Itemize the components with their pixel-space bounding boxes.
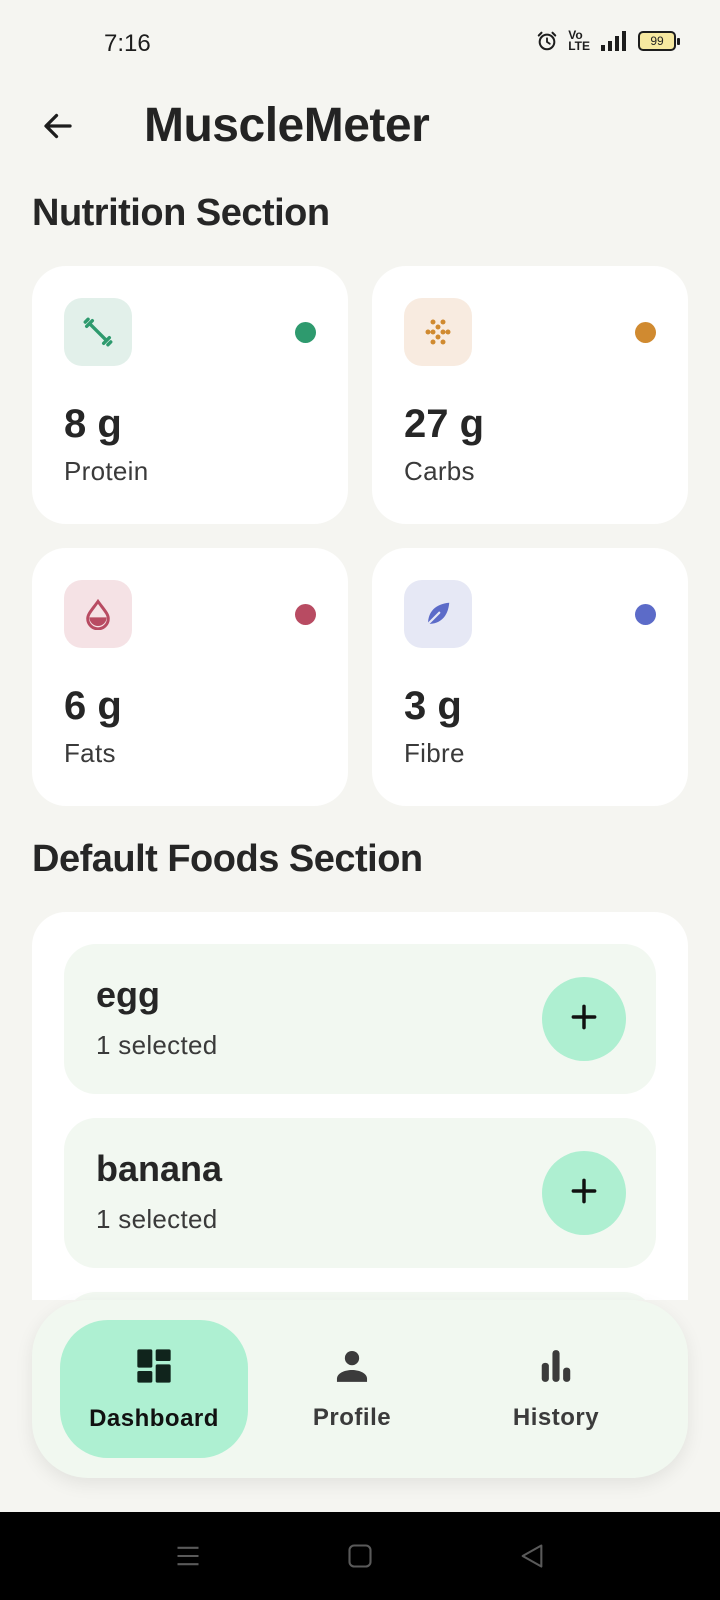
protein-value: 8 g [64,402,122,446]
fibre-indicator-dot [635,604,656,625]
nav-profile[interactable]: Profile [272,1320,432,1458]
foods-list: egg 1 selected banana 1 selected [32,912,688,1300]
protein-indicator-dot [295,322,316,343]
square-icon [346,1542,374,1575]
drop-icon [64,580,132,648]
alarm-icon [536,30,558,52]
carbs-indicator-dot [635,322,656,343]
fibre-card: 3 g Fibre [372,548,688,806]
status-bar: 7:16 Vo LTE 99 [0,0,720,90]
carbs-value: 27 g [404,402,485,446]
add-banana-button[interactable] [542,1151,626,1235]
leaf-icon [404,580,472,648]
foods-section-title: Default Foods Section [32,838,423,880]
nav-label: Dashboard [89,1404,219,1432]
food-item-egg: egg 1 selected [64,944,656,1094]
nav-label: History [512,1403,600,1431]
bottom-navigation: Dashboard Profile History [32,1300,688,1478]
fibre-value: 3 g [404,684,462,728]
carbs-card: 27 g Carbs [372,266,688,524]
status-time: 7:16 [104,30,151,57]
dumbbell-icon [64,298,132,366]
bar-chart-icon [537,1347,575,1390]
person-icon [333,1347,371,1390]
nav-history[interactable]: History [476,1320,636,1458]
nav-label: Profile [312,1403,392,1431]
fats-label: Fats [64,738,116,768]
fibre-label: Fibre [404,738,465,768]
status-icons: Vo LTE 99 [536,28,680,53]
menu-icon [174,1542,202,1575]
add-egg-button[interactable] [542,977,626,1061]
food-selected-count: 1 selected [96,1204,218,1234]
food-item-partial [64,1292,656,1300]
protein-card: 8 g Protein [32,266,348,524]
fats-card: 6 g Fats [32,548,348,806]
nutrition-section-title: Nutrition Section [32,192,330,234]
plus-icon [568,1175,600,1212]
carbs-label: Carbs [404,456,475,486]
food-selected-count: 1 selected [96,1030,218,1060]
signal-icon [600,31,628,51]
app-title: MuscleMeter [144,99,430,152]
plus-icon [568,1001,600,1038]
food-name: banana [96,1148,223,1189]
nav-dashboard[interactable]: Dashboard [60,1320,248,1458]
grain-icon [404,298,472,366]
fats-value: 6 g [64,684,122,728]
arrow-left-icon [40,108,76,149]
protein-label: Protein [64,456,149,486]
recents-button[interactable] [170,1540,206,1576]
home-button[interactable] [342,1540,378,1576]
food-name: egg [96,974,161,1015]
fats-indicator-dot [295,604,316,625]
triangle-back-icon [518,1542,546,1575]
volte-icon: Vo LTE [568,28,590,53]
system-navigation-bar [0,1512,720,1600]
dashboard-icon [134,1346,174,1391]
back-system-button[interactable] [514,1540,550,1576]
battery-icon: 99 [638,31,680,51]
back-button[interactable] [30,100,86,156]
food-item-banana: banana 1 selected [64,1118,656,1268]
